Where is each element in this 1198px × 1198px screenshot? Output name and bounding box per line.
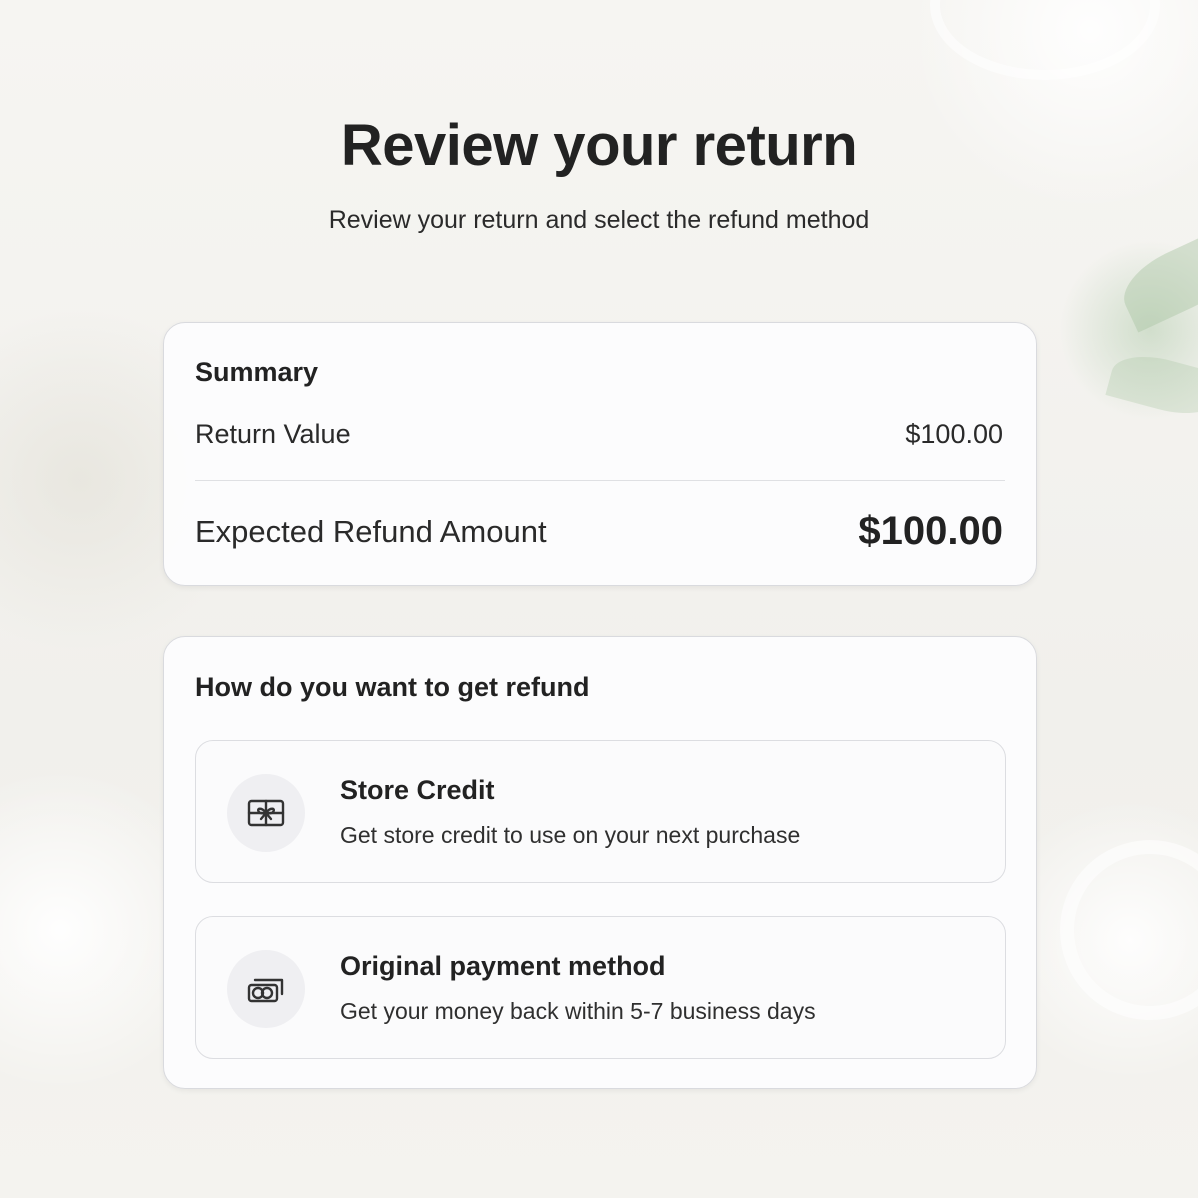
return-value-amount: $100.00 — [905, 419, 1003, 449]
return-review-page: Review your return Review your return an… — [0, 0, 1198, 1198]
gift-card-icon — [247, 799, 285, 827]
expected-refund-amount: $100.00 — [858, 509, 1003, 553]
store-credit-description: Get store credit to use on your next pur… — [340, 822, 801, 848]
page-subtitle: Review your return and select the refund… — [328, 206, 870, 234]
return-value-row: Return Value $100.00 — [195, 419, 1003, 450]
refund-method-card: How do you want to get refund Store Cred… — [163, 636, 1037, 1089]
expected-refund-label: Expected Refund Amount — [195, 513, 547, 549]
summary-heading: Summary — [195, 357, 319, 387]
store-credit-title: Store Credit — [340, 775, 495, 805]
original-payment-description: Get your money back within 5-7 business … — [340, 998, 816, 1024]
page-title: Review your return — [340, 113, 858, 178]
return-value-label: Return Value — [195, 419, 351, 449]
refund-method-heading: How do you want to get refund — [195, 672, 590, 702]
original-payment-option[interactable]: Original payment method Get your money b… — [195, 916, 1006, 1059]
summary-divider — [195, 480, 1005, 481]
expected-refund-row: Expected Refund Amount $100.00 — [195, 509, 1003, 554]
cash-icon — [247, 978, 284, 1003]
original-payment-icon-circle — [227, 950, 305, 1028]
original-payment-title: Original payment method — [340, 951, 666, 981]
store-credit-icon-circle — [227, 774, 305, 852]
summary-card: Summary Return Value $100.00 Expected Re… — [163, 322, 1037, 586]
store-credit-option[interactable]: Store Credit Get store credit to use on … — [195, 740, 1006, 883]
